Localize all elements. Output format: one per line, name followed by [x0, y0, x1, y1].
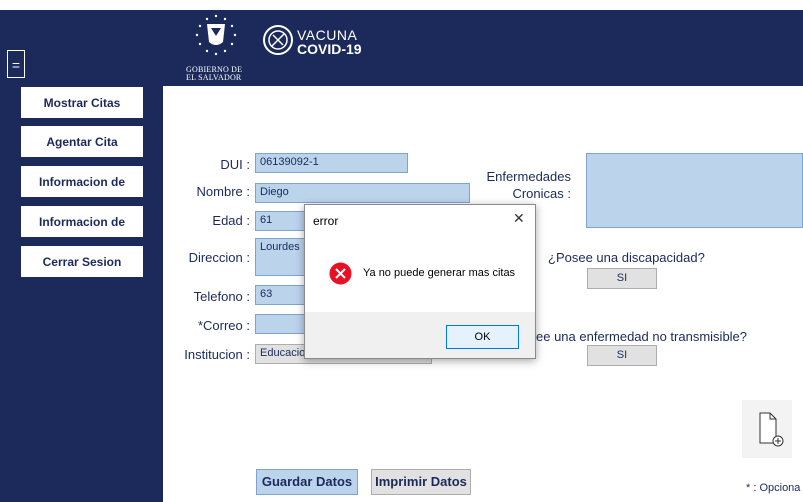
dui-input[interactable]: 06139092-1 — [255, 153, 408, 173]
enfermedades-input[interactable] — [586, 153, 803, 228]
add-file-button[interactable] — [742, 400, 792, 458]
seal-caption: GOBIERNO DE EL SALVADOR — [186, 66, 256, 82]
sidebar-item-agentar-cita[interactable]: Agentar Cita — [21, 126, 143, 157]
discapacidad-label: ¿Posee una discapacidad? — [548, 250, 705, 265]
sidebar-item-cerrar-sesion[interactable]: Cerrar Sesion — [21, 246, 143, 277]
enfermedades-label-line1: Enfermedades — [486, 169, 571, 184]
edad-label: Edad : — [212, 213, 250, 228]
guardar-datos-button[interactable]: Guardar Datos — [256, 469, 358, 495]
no-transmisible-si-button[interactable]: SI — [587, 345, 657, 366]
add-file-icon — [759, 412, 784, 447]
direccion-label: Direccion : — [188, 250, 250, 265]
correo-input[interactable] — [255, 314, 305, 334]
sidebar-item-mostrar-citas[interactable]: Mostrar Citas — [21, 87, 143, 118]
imprimir-datos-button[interactable]: Imprimir Datos — [371, 469, 471, 495]
close-icon[interactable]: ✕ — [513, 210, 525, 227]
correo-label: *Correo : — [197, 318, 250, 333]
hamburger-icon[interactable]: = — [7, 50, 25, 78]
edad-input[interactable]: 61 — [255, 211, 305, 231]
dui-label: DUI : — [220, 157, 250, 172]
discapacidad-si-button[interactable]: SI — [587, 268, 657, 289]
telefono-input[interactable]: 63 — [255, 285, 305, 305]
dialog-title: error — [313, 214, 339, 228]
vaccine-title-line2: COVID-19 — [297, 41, 362, 57]
ok-button[interactable]: OK — [446, 325, 519, 349]
nombre-label: Nombre : — [196, 184, 250, 199]
error-icon — [329, 262, 352, 285]
enfermedades-label-line2: Cronicas : — [512, 186, 571, 201]
nombre-input[interactable]: Diego — [255, 183, 470, 203]
dialog-message: Ya no puede generar mas citas — [363, 267, 516, 279]
no-transmisible-label: ee una enfermedad no transmisible? — [536, 329, 748, 344]
vaccine-logo-icon — [263, 25, 293, 55]
institucion-label: Institucion : — [184, 347, 250, 362]
telefono-label: Telefono : — [193, 289, 250, 304]
direccion-input[interactable]: Lourdes — [255, 238, 305, 276]
error-dialog: error ✕ Ya no puede generar mas citas OK — [304, 204, 536, 359]
seal-caption-line2: EL SALVADOR — [186, 73, 242, 82]
sidebar-item-informacion-2[interactable]: Informacion de — [21, 206, 143, 237]
app-header — [0, 10, 803, 86]
optional-note: * : Opciona — [746, 482, 801, 494]
sidebar-item-informacion-1[interactable]: Informacion de — [21, 166, 143, 197]
